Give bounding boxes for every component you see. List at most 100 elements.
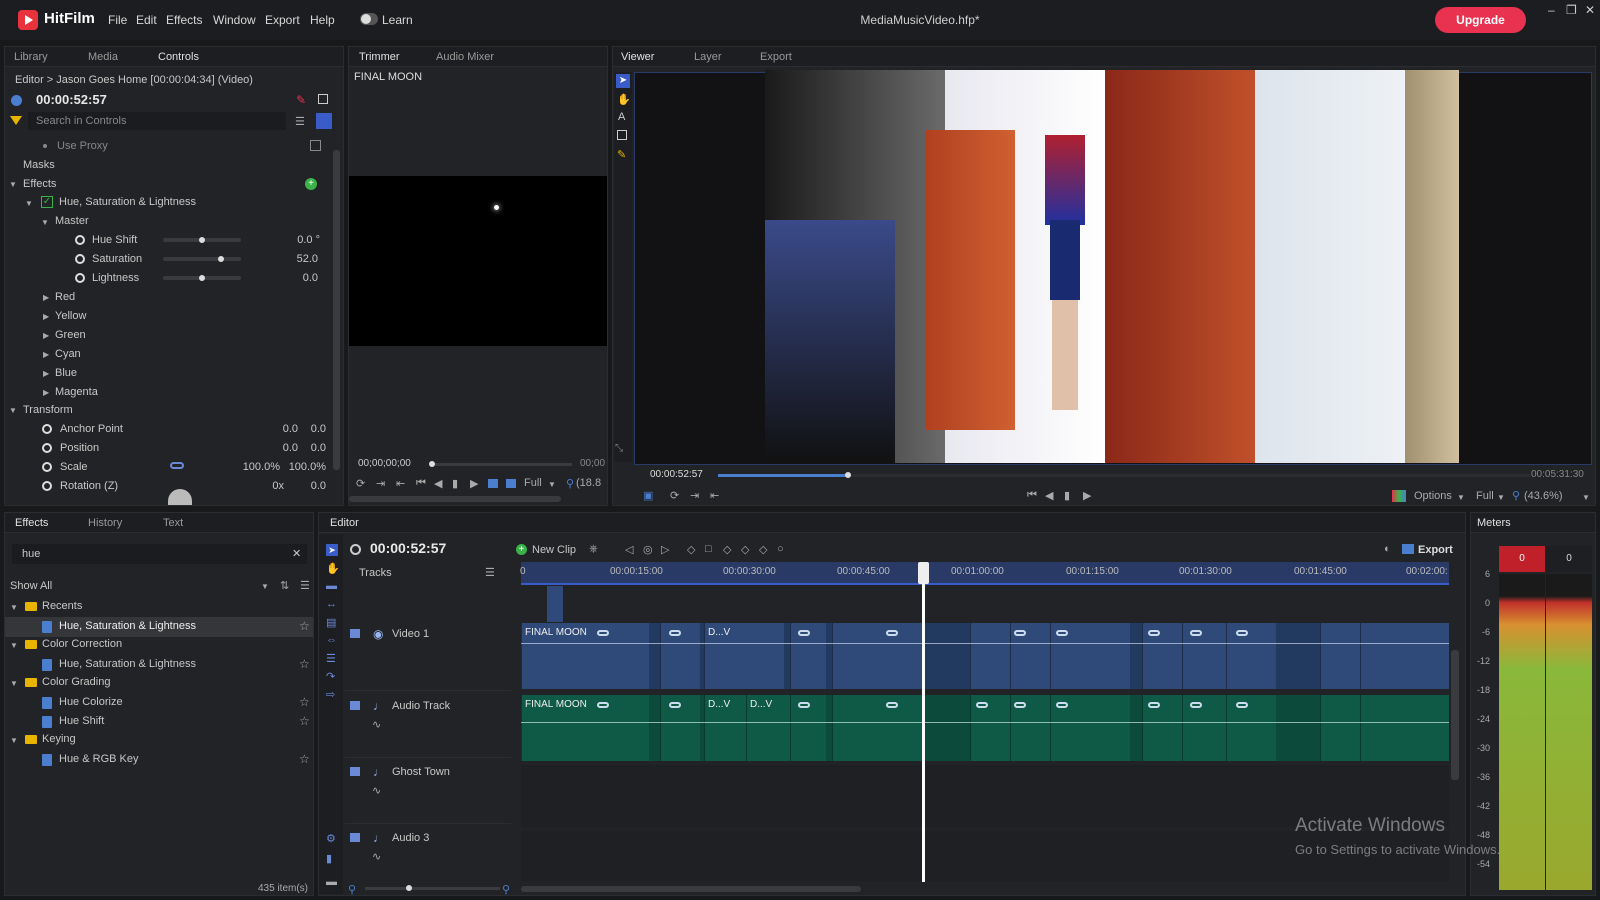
- step-back-icon[interactable]: ◀: [434, 477, 442, 490]
- skip-start-icon[interactable]: ⏮: [416, 477, 426, 490]
- favorite-star-icon[interactable]: ☆: [299, 752, 310, 766]
- dropdown-arrow-icon[interactable]: ▼: [548, 480, 556, 489]
- color-group-blue[interactable]: Blue: [55, 367, 77, 379]
- right-peak-indicator[interactable]: 0: [1546, 546, 1592, 572]
- viewer-fullscreen-icon[interactable]: ▣: [643, 489, 653, 502]
- keyframe-toggle-icon[interactable]: [75, 235, 85, 245]
- expand-right-icon[interactable]: ▶: [43, 293, 49, 302]
- clip-link-icon[interactable]: [1190, 702, 1202, 708]
- clip-link-icon[interactable]: [1190, 630, 1202, 636]
- viewer-step-forward-icon[interactable]: ▮: [1064, 489, 1070, 502]
- marker-icon[interactable]: ◇: [687, 543, 695, 556]
- waveform-icon[interactable]: ∿: [372, 718, 381, 731]
- video-clip[interactable]: [970, 623, 1010, 689]
- group-keying[interactable]: Keying: [42, 733, 76, 745]
- effects-label[interactable]: Effects: [23, 178, 56, 190]
- render-icon[interactable]: ◐: [1384, 543, 1391, 555]
- color-group-red[interactable]: Red: [55, 291, 75, 303]
- timeline-zoom-knob[interactable]: [406, 885, 412, 891]
- favorite-star-icon[interactable]: ☆: [299, 714, 310, 728]
- audio-clip[interactable]: [1226, 695, 1276, 761]
- ripple-tool-icon[interactable]: ⇔: [326, 634, 337, 646]
- transform-label[interactable]: Transform: [23, 404, 73, 416]
- clip-link-icon[interactable]: [798, 630, 810, 636]
- tab-text[interactable]: Text: [163, 517, 183, 529]
- tab-meters[interactable]: Meters: [1477, 517, 1511, 529]
- keyframe-toggle-icon[interactable]: [42, 424, 52, 434]
- trimmer-playhead[interactable]: [429, 461, 435, 467]
- tab-viewer[interactable]: Viewer: [621, 51, 654, 63]
- transform-value[interactable]: 0x: [240, 480, 284, 492]
- viewer-overlay-icon[interactable]: ⇤: [710, 489, 719, 502]
- effect-item[interactable]: Hue, Saturation & Lightness: [59, 658, 196, 670]
- diamond-icon[interactable]: ◇: [723, 543, 731, 556]
- transform-value[interactable]: 0.0: [290, 423, 326, 435]
- keyframe-toggle-icon[interactable]: [42, 462, 52, 472]
- play-icon[interactable]: ▶: [470, 477, 478, 490]
- waveform-icon[interactable]: ∿: [372, 784, 381, 797]
- controls-scrollbar[interactable]: [333, 150, 340, 470]
- timeline-marker-block[interactable]: [547, 586, 563, 622]
- color-group-cyan[interactable]: Cyan: [55, 348, 81, 360]
- master-label[interactable]: Master: [55, 215, 89, 227]
- tab-effects[interactable]: Effects: [15, 517, 48, 529]
- viewer-timecode[interactable]: 00:00:52:57: [650, 469, 703, 480]
- select-tool-icon[interactable]: ➤: [616, 74, 630, 88]
- track-lock-icon[interactable]: [350, 833, 360, 842]
- step-forward-icon[interactable]: ▮: [452, 477, 458, 490]
- clear-search-icon[interactable]: ✕: [292, 547, 301, 560]
- transform-value[interactable]: 100.0%: [280, 461, 326, 473]
- speaker-icon[interactable]: ♩: [373, 699, 385, 713]
- dropdown-arrow-icon[interactable]: ▼: [1457, 493, 1465, 502]
- dropdown-arrow-icon[interactable]: ▼: [1497, 493, 1505, 502]
- viewer-insert-icon[interactable]: ⇥: [690, 489, 699, 502]
- fit-tool-icon[interactable]: ⤡: [615, 443, 623, 454]
- levels-icon[interactable]: ▮: [326, 852, 332, 865]
- prev-keyframe-icon[interactable]: ◁: [625, 543, 633, 556]
- controls-timecode[interactable]: 00:00:52:57: [36, 92, 107, 107]
- upgrade-button[interactable]: Upgrade: [1435, 7, 1526, 33]
- crop-tool-icon[interactable]: [617, 130, 627, 140]
- tab-trimmer[interactable]: Trimmer: [359, 51, 400, 63]
- tab-editor[interactable]: Editor: [330, 517, 359, 529]
- param-value[interactable]: 0.0 °: [250, 234, 320, 246]
- zoom-in-icon[interactable]: ⚲: [502, 883, 510, 896]
- clip-link-icon[interactable]: [798, 702, 810, 708]
- next-keyframe-icon[interactable]: ▷: [661, 543, 669, 556]
- expand-right-icon[interactable]: ▶: [43, 350, 49, 359]
- viewer-step-back-icon[interactable]: ◀: [1045, 489, 1053, 502]
- audio-clip[interactable]: [832, 695, 922, 761]
- clip-link-icon[interactable]: [1014, 630, 1026, 636]
- tab-layer[interactable]: Layer: [694, 51, 722, 63]
- group-expand-icon[interactable]: ▼: [10, 679, 18, 688]
- tab-controls[interactable]: Controls: [158, 51, 199, 63]
- effects-search-box[interactable]: [12, 544, 307, 564]
- track-select-tool-icon[interactable]: ⇨: [326, 688, 335, 701]
- clip-link-icon[interactable]: [976, 702, 988, 708]
- video-clip[interactable]: [1182, 623, 1226, 689]
- clip-link-icon[interactable]: [886, 630, 898, 636]
- opacity-line[interactable]: [521, 643, 1449, 644]
- trimmer-hscroll[interactable]: [349, 496, 561, 502]
- group-expand-icon[interactable]: ▼: [10, 603, 18, 612]
- video-clip[interactable]: [1320, 623, 1360, 689]
- export-button[interactable]: Export: [1418, 544, 1453, 556]
- collapse-tracks-icon[interactable]: ▬: [326, 876, 337, 888]
- list-view-icon[interactable]: ☰: [300, 579, 310, 592]
- favorite-star-icon[interactable]: ☆: [299, 657, 310, 671]
- left-peak-indicator[interactable]: 0: [1499, 546, 1545, 572]
- dropdown-arrow-icon[interactable]: ▼: [1582, 493, 1590, 502]
- close-icon[interactable]: ✕: [1585, 3, 1595, 17]
- keyframe-toggle-icon[interactable]: [75, 254, 85, 264]
- pen-icon[interactable]: ✎: [296, 93, 306, 107]
- editor-hand-tool-icon[interactable]: ✋: [326, 562, 340, 575]
- viewer-zoom-icon[interactable]: ⚲: [1512, 489, 1520, 502]
- mixer-icon[interactable]: ⚙: [326, 832, 336, 845]
- transform-value[interactable]: 0.0: [290, 442, 326, 454]
- editor-timecode[interactable]: 00:00:52:57: [370, 540, 446, 556]
- add-effect-icon[interactable]: +: [305, 178, 317, 190]
- new-clip-button[interactable]: New Clip: [532, 544, 576, 556]
- master-expand-icon[interactable]: ▼: [41, 218, 49, 227]
- trimmer-zoom[interactable]: (18.8: [576, 477, 601, 489]
- curve-tool-icon[interactable]: ↷: [326, 670, 335, 683]
